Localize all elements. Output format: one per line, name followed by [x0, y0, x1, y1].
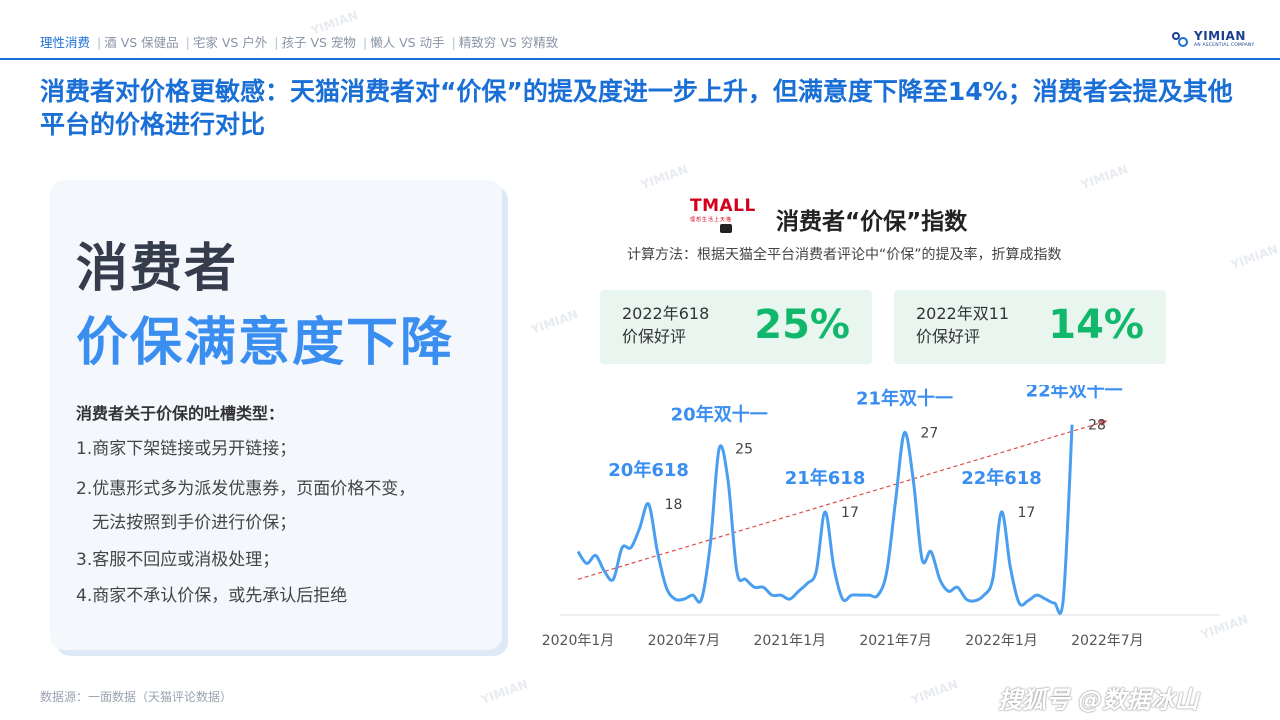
complaint-item: 2.优惠形式多为派发优惠券，页面价格不变， [76, 479, 416, 499]
header-divider [0, 58, 1280, 60]
peak-label: 21年双十一 [856, 388, 953, 410]
peak-value-label: 17 [841, 505, 859, 521]
complaint-item: 4.商家不承认价保，或先承认后拒绝 [76, 586, 348, 606]
summary-heading-line1: 消费者 [76, 239, 239, 299]
chart-title: 消费者“价保”指数 [776, 209, 968, 235]
complaint-item: 3.客服不回应或消极处理； [76, 550, 280, 570]
peak-label: 20年618 [608, 459, 689, 481]
complaint-title: 消费者关于价保的吐槽类型： [76, 404, 285, 423]
x-tick-label: 2021年7月 [859, 633, 932, 649]
yimian-watermark: YIMIAN [639, 162, 690, 192]
kpi-label-period: 2022年618 [622, 304, 710, 323]
yimian-watermark: YIMIAN [479, 677, 530, 707]
breadcrumb-item[interactable]: 孩子 VS 宠物 [282, 35, 356, 50]
tmall-cat-icon [720, 224, 732, 233]
breadcrumb-item[interactable]: 精致穷 VS 穷精致 [459, 35, 558, 50]
logo-name: YIMIAN [1194, 29, 1246, 43]
tmall-logo: TMALL 理想生活上天猫 [690, 198, 760, 236]
yimian-logo-icon [1172, 30, 1190, 48]
x-tick-label: 2021年1月 [753, 633, 826, 649]
complaint-item: 无法按照到手价进行价保； [76, 513, 297, 533]
x-tick-label: 2020年1月 [542, 633, 615, 649]
kpi-label-period: 2022年双11 [916, 304, 1010, 323]
peak-value-label: 25 [735, 442, 753, 458]
logo-subtitle: AN ASCENTIAL COMPANY [1194, 43, 1255, 48]
peak-label: 22年618 [961, 467, 1042, 489]
breadcrumb-active[interactable]: 理性消费 [40, 35, 90, 50]
summary-heading-line2: 价保满意度下降 [76, 313, 455, 373]
yimian-watermark: YIMIAN [1229, 242, 1280, 272]
peak-value-label: 27 [920, 426, 938, 442]
breadcrumb-item[interactable]: 宅家 VS 户外 [193, 35, 267, 50]
breadcrumb-item[interactable]: 酒 VS 保健品 [104, 35, 178, 50]
series-line [576, 424, 1074, 615]
breadcrumb-item[interactable]: 懒人 VS 动手 [370, 35, 444, 50]
peak-value-label: 18 [665, 497, 683, 513]
peak-label: 22年双十一 [1026, 385, 1123, 402]
complaint-item: 1.商家下架链接或另开链接； [76, 439, 297, 459]
price-protection-line-chart: 2020年1月 2020年7月 2021年1月 2021年7月 2022年1月 2022年… [542, 385, 1220, 649]
tmall-slogan: 理想生活上天猫 [690, 217, 733, 223]
tmall-wordmark: TMALL [690, 196, 756, 216]
yimian-watermark: YIMIAN [529, 307, 580, 337]
peak-label: 20年双十一 [671, 404, 768, 426]
x-tick-label: 2020年7月 [648, 633, 721, 649]
peak-label: 21年618 [785, 467, 866, 489]
chart-method-note: 计算方法：根据天猫全平台消费者评论中“价保”的提及率，折算成指数 [627, 247, 1062, 263]
kpi-label-metric: 价保好评 [916, 327, 981, 347]
peak-value-label: 17 [1018, 505, 1036, 521]
kpi-card-618: 2022年618 价保好评 25% [600, 290, 872, 364]
x-tick-label: 2022年7月 [1071, 633, 1144, 649]
data-source-note: 数据源：一面数据（天猫评论数据） [40, 690, 233, 704]
x-tick-label: 2022年1月 [965, 633, 1038, 649]
kpi-label-metric: 价保好评 [622, 327, 687, 347]
peak-value-label: 28 [1088, 418, 1106, 434]
yimian-watermark: YIMIAN [1079, 162, 1130, 192]
yimian-watermark: YIMIAN [909, 677, 960, 707]
yimian-logo: YIMIAN AN ASCENTIAL COMPANY [1172, 30, 1254, 49]
kpi-value: 25% [754, 302, 850, 348]
page-title: 消费者对价格更敏感：天猫消费者对“价保”的提及度进一步上升，但满意度下降至14%… [40, 77, 1233, 139]
kpi-card-double11: 2022年双11 价保好评 14% [894, 290, 1166, 364]
breadcrumb: 理性消费 | 酒 VS 保健品 | 宅家 VS 户外 | 孩子 VS 宠物 | 懒人 V… [40, 35, 559, 50]
sohu-watermark: 搜狐号 @数据冰山 [998, 686, 1199, 714]
kpi-value: 14% [1048, 302, 1144, 348]
